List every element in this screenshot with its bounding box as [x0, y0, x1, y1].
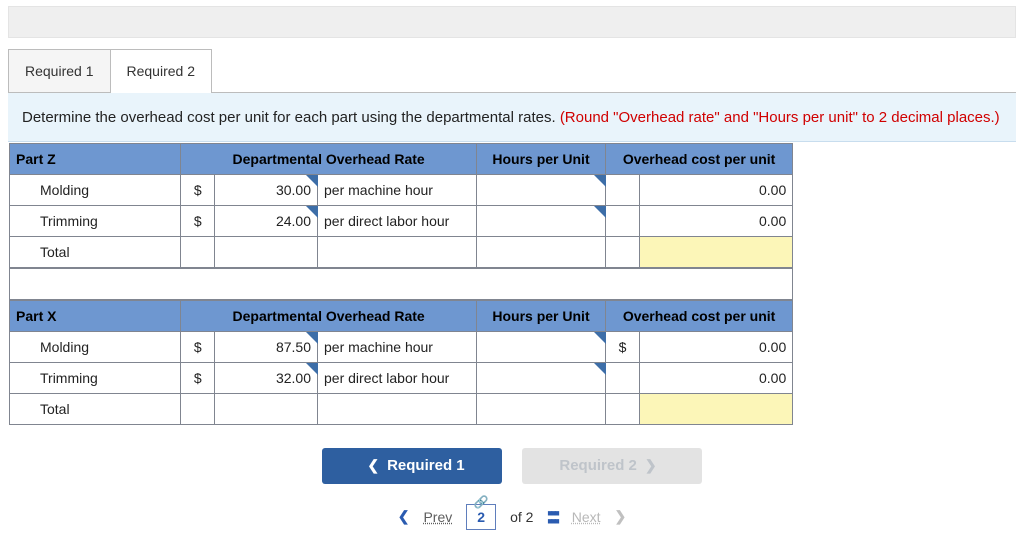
- chevron-left-icon: ❮: [359, 457, 387, 474]
- instruction-note: (Round "Overhead rate" and "Hours per un…: [560, 109, 1000, 126]
- requirement-tabs: Required 1 Required 2: [8, 50, 1016, 93]
- rate-input[interactable]: 30.00: [215, 174, 318, 205]
- cost-output: 0.00: [640, 174, 793, 205]
- row-label: Trimming: [10, 362, 181, 393]
- currency-symbol: $: [181, 362, 215, 393]
- tab-required-1[interactable]: Required 1: [8, 49, 111, 92]
- rate-input[interactable]: 24.00: [215, 205, 318, 236]
- table-row: Trimming $ 32.00 per direct labor hour 0…: [10, 362, 793, 393]
- part-z-title: Part Z: [10, 143, 181, 174]
- row-label: Molding: [10, 331, 181, 362]
- table-row: Molding $ 87.50 per machine hour $ 0.00: [10, 331, 793, 362]
- total-cost-output: [640, 393, 793, 424]
- table-row: Total: [10, 236, 793, 267]
- row-label: Total: [10, 393, 181, 424]
- link-icon: 🔗: [474, 495, 489, 509]
- next-requirement-label: Required 2: [559, 457, 637, 474]
- rate-input[interactable]: 87.50: [215, 331, 318, 362]
- part-x-title: Part X: [10, 300, 181, 331]
- prev-requirement-label: Required 1: [387, 457, 465, 474]
- cost-output: 0.00: [640, 362, 793, 393]
- part-x-table: Part X Departmental Overhead Rate Hours …: [9, 300, 793, 425]
- rate-unit: per direct labor hour: [318, 205, 477, 236]
- table-row: Total: [10, 393, 793, 424]
- pager-next-link: Next: [572, 509, 601, 525]
- hours-input[interactable]: [477, 331, 606, 362]
- tab-required-2[interactable]: Required 2: [110, 49, 213, 92]
- grid-icon[interactable]: ■■■■■■: [547, 509, 557, 525]
- instruction-text: Determine the overhead cost per unit for…: [22, 109, 560, 126]
- chevron-right-icon: ❯: [615, 508, 627, 525]
- table-row: Molding $ 30.00 per machine hour 0.00: [10, 174, 793, 205]
- pager-prev-link[interactable]: Prev: [423, 509, 452, 525]
- col-header-hpu: Hours per Unit: [477, 143, 606, 174]
- col-header-rate: Departmental Overhead Rate: [181, 143, 477, 174]
- total-cost-output: [640, 236, 793, 267]
- rate-input[interactable]: 32.00: [215, 362, 318, 393]
- prev-requirement-button[interactable]: ❮ Required 1: [322, 448, 502, 484]
- currency-symbol: $: [605, 331, 639, 362]
- currency-symbol: $: [181, 205, 215, 236]
- col-header-hpu: Hours per Unit: [477, 300, 606, 331]
- header-bar: [8, 6, 1016, 38]
- pager-current: 🔗 2: [466, 504, 496, 530]
- col-header-rate: Departmental Overhead Rate: [181, 300, 477, 331]
- part-z-table: Part Z Departmental Overhead Rate Hours …: [9, 143, 793, 268]
- row-label: Trimming: [10, 205, 181, 236]
- cost-output: 0.00: [640, 205, 793, 236]
- table-row: Trimming $ 24.00 per direct labor hour 0…: [10, 205, 793, 236]
- col-header-cost: Overhead cost per unit: [605, 300, 792, 331]
- chevron-right-icon: ❯: [637, 457, 665, 474]
- rate-unit: per direct labor hour: [318, 362, 477, 393]
- hours-input[interactable]: [477, 362, 606, 393]
- currency-symbol: $: [181, 331, 215, 362]
- next-requirement-button: Required 2 ❯: [522, 448, 702, 484]
- rate-unit: per machine hour: [318, 331, 477, 362]
- hours-input[interactable]: [477, 174, 606, 205]
- currency-symbol: $: [181, 174, 215, 205]
- row-label: Molding: [10, 174, 181, 205]
- row-label: Total: [10, 236, 181, 267]
- col-header-cost: Overhead cost per unit: [605, 143, 792, 174]
- cost-output: 0.00: [640, 331, 793, 362]
- pager-of-text: of 2: [510, 509, 533, 525]
- rate-unit: per machine hour: [318, 174, 477, 205]
- question-pager: ❮ Prev 🔗 2 of 2 ■■■■■■ Next ❯: [8, 504, 1016, 530]
- chevron-left-icon: ❮: [398, 508, 410, 525]
- hours-input[interactable]: [477, 205, 606, 236]
- instruction-panel: Determine the overhead cost per unit for…: [8, 93, 1016, 142]
